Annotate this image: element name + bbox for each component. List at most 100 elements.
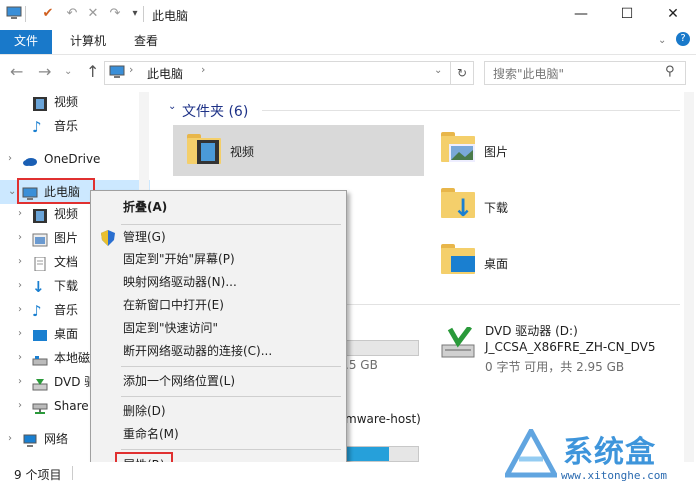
chevron-right-icon[interactable]: ›	[18, 323, 22, 345]
content-scrollbar[interactable]	[684, 92, 694, 462]
cloud-icon	[22, 153, 38, 167]
download-icon: ↓	[32, 277, 45, 296]
forward-arrow-icon[interactable]: →	[38, 64, 51, 80]
redo-icon[interactable]: ↷	[107, 6, 123, 22]
nav-item-desktop[interactable]: 桌面	[32, 323, 78, 345]
refresh-icon[interactable]: ↻	[450, 62, 473, 84]
menu-item-pin-start[interactable]: 固定到"开始"屏幕(P)	[123, 249, 235, 269]
shield-icon	[101, 230, 115, 249]
menu-item-disconnect-drive[interactable]: 断开网络驱动器的连接(C)...	[123, 341, 272, 361]
folder-label[interactable]: 下载	[484, 199, 508, 216]
search-placeholder: 搜索"此电脑"	[493, 67, 565, 81]
chevron-right-icon[interactable]: ›	[18, 251, 22, 273]
menu-item-pin-quick-access[interactable]: 固定到"快速访问"	[123, 318, 218, 338]
nav-item-local-disk[interactable]: 本地磁	[32, 347, 90, 369]
nav-item-onedrive[interactable]: OneDrive	[22, 148, 100, 170]
close-button[interactable]: ✕	[650, 0, 696, 30]
chevron-down-icon[interactable]: ⌄	[434, 65, 442, 76]
breadcrumb-chevron-icon[interactable]: ›	[129, 63, 133, 76]
document-icon	[32, 256, 48, 271]
download-folder-icon[interactable]: ↓	[441, 188, 475, 220]
tab-computer[interactable]: 计算机	[56, 30, 120, 54]
nav-item-pictures[interactable]: 图片	[32, 227, 78, 249]
menu-separator	[121, 366, 341, 367]
menu-item-map-drive[interactable]: 映射网络驱动器(N)...	[123, 272, 237, 292]
folders-section-header[interactable]: 文件夹 (6)	[182, 101, 248, 121]
back-arrow-icon[interactable]: ←	[10, 64, 23, 80]
picture-folder-icon[interactable]	[441, 132, 475, 162]
nav-item-label: 文档	[54, 255, 79, 269]
chevron-down-icon[interactable]: ▾	[127, 6, 143, 22]
nav-item-documents[interactable]: 文档	[32, 251, 78, 273]
nav-item-label: 音乐	[54, 119, 79, 133]
menu-item-rename[interactable]: 重命名(M)	[123, 424, 179, 444]
maximize-button[interactable]: ☐	[604, 0, 650, 30]
desktop-icon	[32, 328, 48, 342]
picture-icon	[32, 232, 48, 246]
nav-item-downloads[interactable]: ↓ 下载	[32, 275, 78, 297]
chevron-right-icon[interactable]: ›	[18, 371, 22, 393]
folder-label[interactable]: 图片	[484, 143, 508, 160]
nav-item-video[interactable]: 视频	[32, 203, 78, 225]
divider	[143, 6, 144, 22]
chevron-down-icon[interactable]: ⌄	[168, 101, 176, 112]
chevron-right-icon[interactable]: ›	[18, 347, 22, 369]
chevron-down-icon[interactable]: ⌄	[8, 181, 16, 203]
title-bar: ✔ ↶ ✕ ↷ ▾ 此电脑 — ☐ ✕	[0, 0, 696, 30]
delete-icon[interactable]: ✕	[85, 6, 101, 22]
menu-item-manage[interactable]: 管理(G)	[123, 227, 166, 247]
nav-item-dvd[interactable]: DVD 驱	[32, 371, 96, 393]
folder-label[interactable]: 桌面	[484, 255, 508, 272]
address-bar[interactable]: › 此电脑 › ⌄ ↻	[104, 61, 474, 85]
share-usage-bar	[345, 446, 419, 462]
help-icon[interactable]: ?	[676, 32, 690, 46]
properties-icon[interactable]: ✔	[40, 6, 56, 22]
chevron-right-icon[interactable]: ›	[18, 275, 22, 297]
chevron-right-icon[interactable]: ›	[8, 428, 12, 450]
chevron-right-icon[interactable]: ›	[18, 395, 22, 417]
nav-item-music[interactable]: ♪ 音乐	[32, 299, 78, 321]
chevron-right-icon[interactable]: ›	[8, 148, 12, 170]
dvd-icon	[32, 376, 48, 390]
menu-item-open-new-window[interactable]: 在新窗口中打开(E)	[123, 295, 224, 315]
menu-item-add-network-location[interactable]: 添加一个网络位置(L)	[123, 371, 235, 391]
video-icon	[32, 208, 48, 223]
nav-item-music[interactable]: ♪ 音乐	[32, 115, 78, 137]
minimize-button[interactable]: —	[558, 0, 604, 30]
nav-item-network[interactable]: 网络	[22, 428, 68, 450]
dvd-drive-icon[interactable]	[440, 325, 476, 362]
menu-item-delete[interactable]: 删除(D)	[123, 401, 166, 421]
undo-icon[interactable]: ↶	[64, 6, 80, 22]
nav-item-share[interactable]: Share	[32, 395, 89, 417]
nav-item-label: 网络	[44, 432, 69, 446]
search-icon[interactable]: ⚲	[665, 64, 675, 79]
chevron-right-icon[interactable]: ›	[18, 227, 22, 249]
dvd-space: 0 字节 可用，共 2.95 GB	[485, 360, 625, 374]
item-count: 9 个项目	[14, 468, 62, 482]
network-icon	[22, 433, 38, 447]
up-arrow-icon[interactable]: ↑	[86, 64, 99, 80]
chevron-down-icon[interactable]: ⌄	[658, 35, 666, 46]
tab-file[interactable]: 文件	[0, 30, 53, 54]
share-drive-name[interactable]: mware-host)	[345, 412, 421, 426]
folder-label: 视频	[230, 145, 255, 159]
computer-icon	[109, 65, 125, 82]
nav-item-video[interactable]: 视频	[32, 91, 78, 113]
music-icon: ♪	[32, 117, 42, 136]
menu-item-collapse[interactable]: 折叠(A)	[123, 197, 167, 217]
computer-icon[interactable]	[6, 6, 22, 22]
chevron-right-icon[interactable]: ›	[18, 203, 22, 225]
breadcrumb-item[interactable]: 此电脑	[147, 65, 183, 82]
desktop-folder-icon[interactable]	[441, 244, 475, 274]
chevron-down-icon[interactable]: ⌄	[64, 64, 72, 80]
nav-item-label: 音乐	[54, 303, 79, 317]
divider	[25, 6, 26, 22]
breadcrumb-chevron-icon[interactable]: ›	[201, 63, 205, 76]
local-disk-space: .5 GB	[345, 358, 378, 372]
tab-view[interactable]: 查看	[120, 30, 172, 54]
search-input[interactable]: 搜索"此电脑" ⚲	[484, 61, 686, 85]
chevron-right-icon[interactable]: ›	[18, 299, 22, 321]
network-drive-icon	[32, 400, 48, 414]
video-icon	[32, 96, 48, 111]
dvd-drive-name[interactable]: DVD 驱动器 (D:)	[485, 322, 578, 339]
